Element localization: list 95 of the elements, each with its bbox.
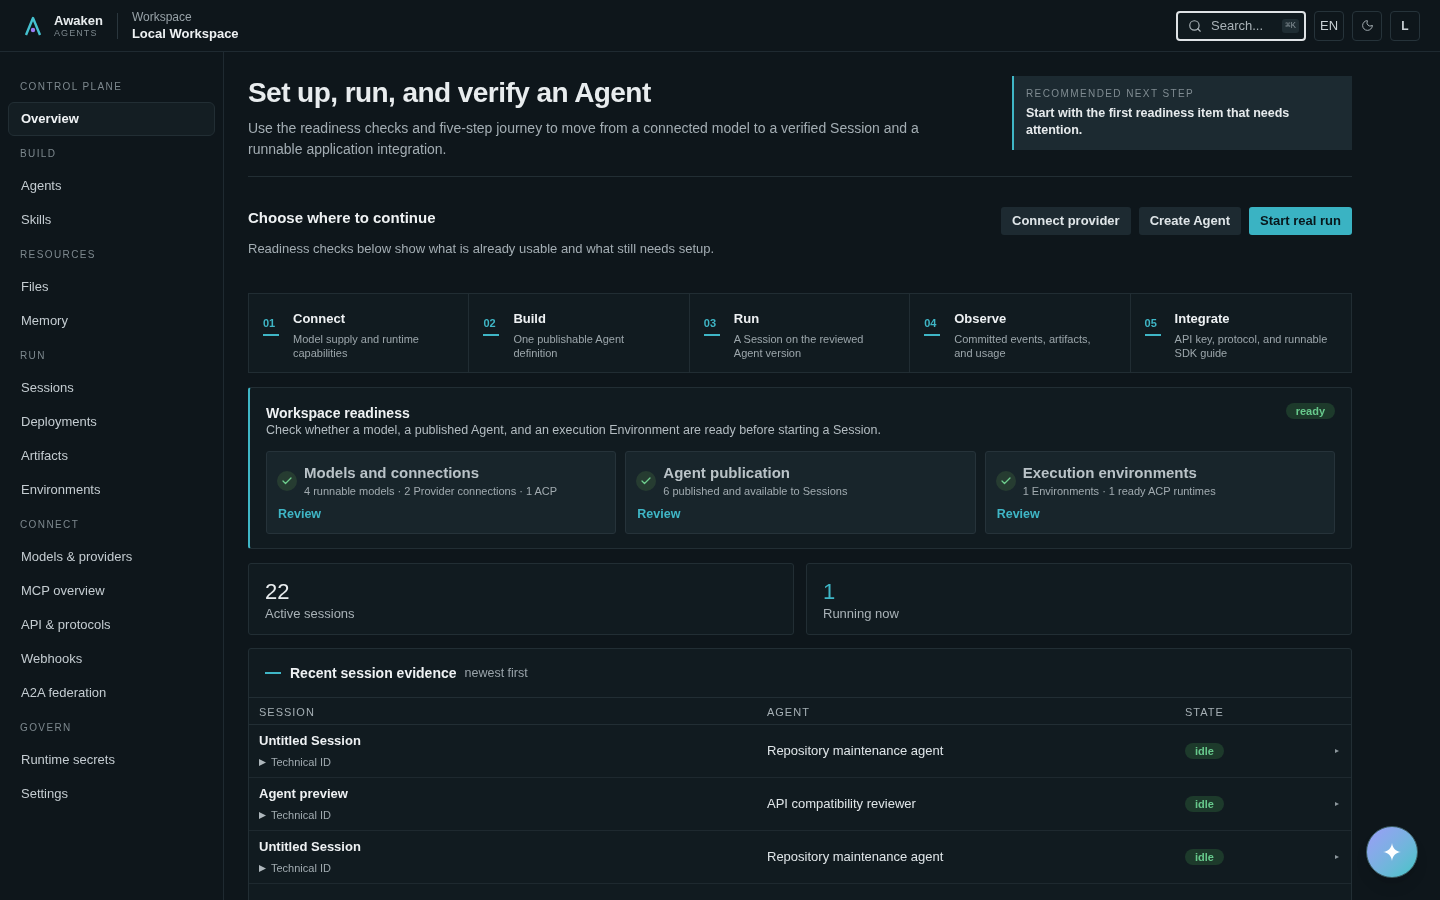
- sidebar-item[interactable]: Memory: [8, 304, 215, 338]
- sidebar-heading: CONTROL PLANE: [19, 80, 124, 94]
- review-link[interactable]: Review: [996, 506, 1040, 522]
- sidebar-item[interactable]: Sessions: [8, 371, 215, 405]
- sidebar-item[interactable]: Models & providers: [8, 540, 215, 574]
- sidebar-item[interactable]: Agents: [8, 169, 215, 203]
- step-description: Model supply and runtime capabilities: [293, 332, 420, 360]
- sidebar-item[interactable]: Deployments: [8, 405, 215, 439]
- step-description: One publishable Agent definition: [513, 332, 626, 360]
- assistant-button[interactable]: [1366, 826, 1418, 878]
- dash-icon: [265, 672, 281, 674]
- step-description: API key, protocol, and runnable SDK guide: [1174, 332, 1329, 360]
- column-header: STATE: [1185, 706, 1224, 718]
- sidebar-item[interactable]: Overview: [8, 102, 215, 136]
- sessions-title: Recent session evidence: [290, 663, 457, 683]
- status-badge: ready: [1285, 403, 1335, 419]
- user-avatar-button[interactable]: L: [1390, 10, 1420, 41]
- sidebar-item[interactable]: Settings: [8, 777, 215, 811]
- moon-icon: [1360, 19, 1374, 32]
- brand-name: Awaken: [54, 12, 103, 28]
- readiness-title: Workspace readiness: [266, 404, 410, 422]
- section-title: Choose where to continue: [248, 207, 436, 228]
- step-title: Integrate: [1174, 310, 1230, 328]
- agent-name: Repository maintenance agent: [767, 742, 944, 761]
- step-number: 05: [1144, 316, 1161, 336]
- sidebar-item[interactable]: Environments: [8, 473, 215, 507]
- action-button[interactable]: Connect provider: [1001, 207, 1131, 235]
- review-link[interactable]: Review: [637, 506, 681, 522]
- section-description: Readiness checks below show what is already usable and what still needs setup.: [248, 240, 716, 258]
- sidebar-item[interactable]: Skills: [8, 203, 215, 237]
- brand-tagline: AGENTS: [54, 27, 99, 39]
- action-button[interactable]: Start real run: [1249, 207, 1352, 235]
- check-detail: 1 Environments · 1 ready ACP runtimes: [1022, 484, 1216, 499]
- sidebar-item[interactable]: API & protocols: [8, 608, 215, 642]
- row-arrow-icon[interactable]: [1335, 802, 1339, 806]
- sidebar-heading: GOVERN: [19, 721, 73, 735]
- check-title: Models and connections: [304, 463, 480, 483]
- check-title: Execution environments: [1022, 463, 1197, 483]
- step-number: 02: [483, 316, 500, 336]
- check-detail: 4 runnable models · 2 Provider connections · 1 ACP: [304, 484, 558, 499]
- page-description: Use the readiness checks and five-step journey to move from a connected model to a verified Session and a runnable application integration.: [248, 119, 920, 159]
- column-header: AGENT: [767, 706, 810, 718]
- state-badge: idle: [1185, 796, 1224, 812]
- session-title: Untitled Session: [259, 732, 361, 749]
- technical-id-toggle[interactable]: Technical ID: [259, 860, 331, 876]
- technical-id-toggle[interactable]: Technical ID: [259, 807, 331, 823]
- readiness-description: Check whether a model, a published Agent, and an execution Environment are ready before starting a Session.: [266, 422, 881, 439]
- row-arrow-icon[interactable]: [1335, 749, 1339, 753]
- check-detail: 6 published and available to Sessions: [663, 484, 848, 499]
- sidebar-item[interactable]: Artifacts: [8, 439, 215, 473]
- state-badge: idle: [1185, 849, 1224, 865]
- page-title: Set up, run, and verify an Agent: [248, 76, 651, 110]
- sidebar-heading: CONNECT: [19, 518, 81, 532]
- step-title: Connect: [293, 310, 345, 328]
- stat-label: Running now: [823, 605, 899, 623]
- row-arrow-icon[interactable]: [1335, 855, 1339, 859]
- stat-value: 1: [823, 579, 836, 605]
- workspace-name[interactable]: Local Workspace: [131, 25, 239, 42]
- search-icon: [1188, 18, 1202, 33]
- step-number: 03: [703, 316, 720, 336]
- logo-icon: [24, 15, 42, 36]
- sessions-subtitle: newest first: [464, 664, 528, 682]
- sidebar-item[interactable]: Files: [8, 270, 215, 304]
- step-description: A Session on the reviewed Agent version: [733, 332, 865, 360]
- recommendation-text: Start with the first readiness item that needs attention.: [1026, 105, 1291, 139]
- stat-label: Active sessions: [265, 605, 355, 623]
- review-link[interactable]: Review: [278, 506, 322, 522]
- step-description: Committed events, artifacts, and usage: [954, 332, 1092, 360]
- state-badge: idle: [1185, 743, 1224, 759]
- step-number: 01: [263, 316, 279, 336]
- step-title: Run: [733, 310, 760, 328]
- session-title: Untitled Session: [259, 838, 361, 855]
- sidebar-heading: BUILD: [19, 147, 58, 161]
- technical-id-toggle[interactable]: Technical ID: [259, 754, 331, 770]
- sidebar-heading: RESOURCES: [19, 248, 97, 262]
- check-title: Agent publication: [663, 463, 790, 483]
- column-header: SESSION: [259, 706, 315, 718]
- theme-toggle-button[interactable]: [1352, 10, 1382, 41]
- agent-name: API compatibility reviewer: [767, 795, 916, 814]
- sidebar-item[interactable]: Webhooks: [8, 642, 215, 676]
- step-title: Observe: [954, 310, 1007, 328]
- session-title: Agent preview: [259, 785, 348, 802]
- sidebar-item[interactable]: MCP overview: [8, 574, 215, 608]
- workspace-label: Workspace: [131, 9, 193, 25]
- agent-name: Repository maintenance agent: [767, 848, 944, 867]
- stat-value: 22: [265, 579, 290, 605]
- sidebar-item[interactable]: A2A federation: [8, 676, 215, 710]
- recommendation-label: RECOMMENDED NEXT STEP: [1026, 87, 1196, 101]
- step-number: 04: [924, 316, 941, 336]
- language-button[interactable]: EN: [1314, 10, 1344, 41]
- sidebar-item[interactable]: Runtime secrets: [8, 743, 215, 777]
- action-button[interactable]: Create Agent: [1138, 207, 1242, 235]
- step-title: Build: [513, 310, 546, 328]
- sparkle-icon: [1383, 843, 1401, 861]
- sidebar-heading: RUN: [19, 349, 47, 363]
